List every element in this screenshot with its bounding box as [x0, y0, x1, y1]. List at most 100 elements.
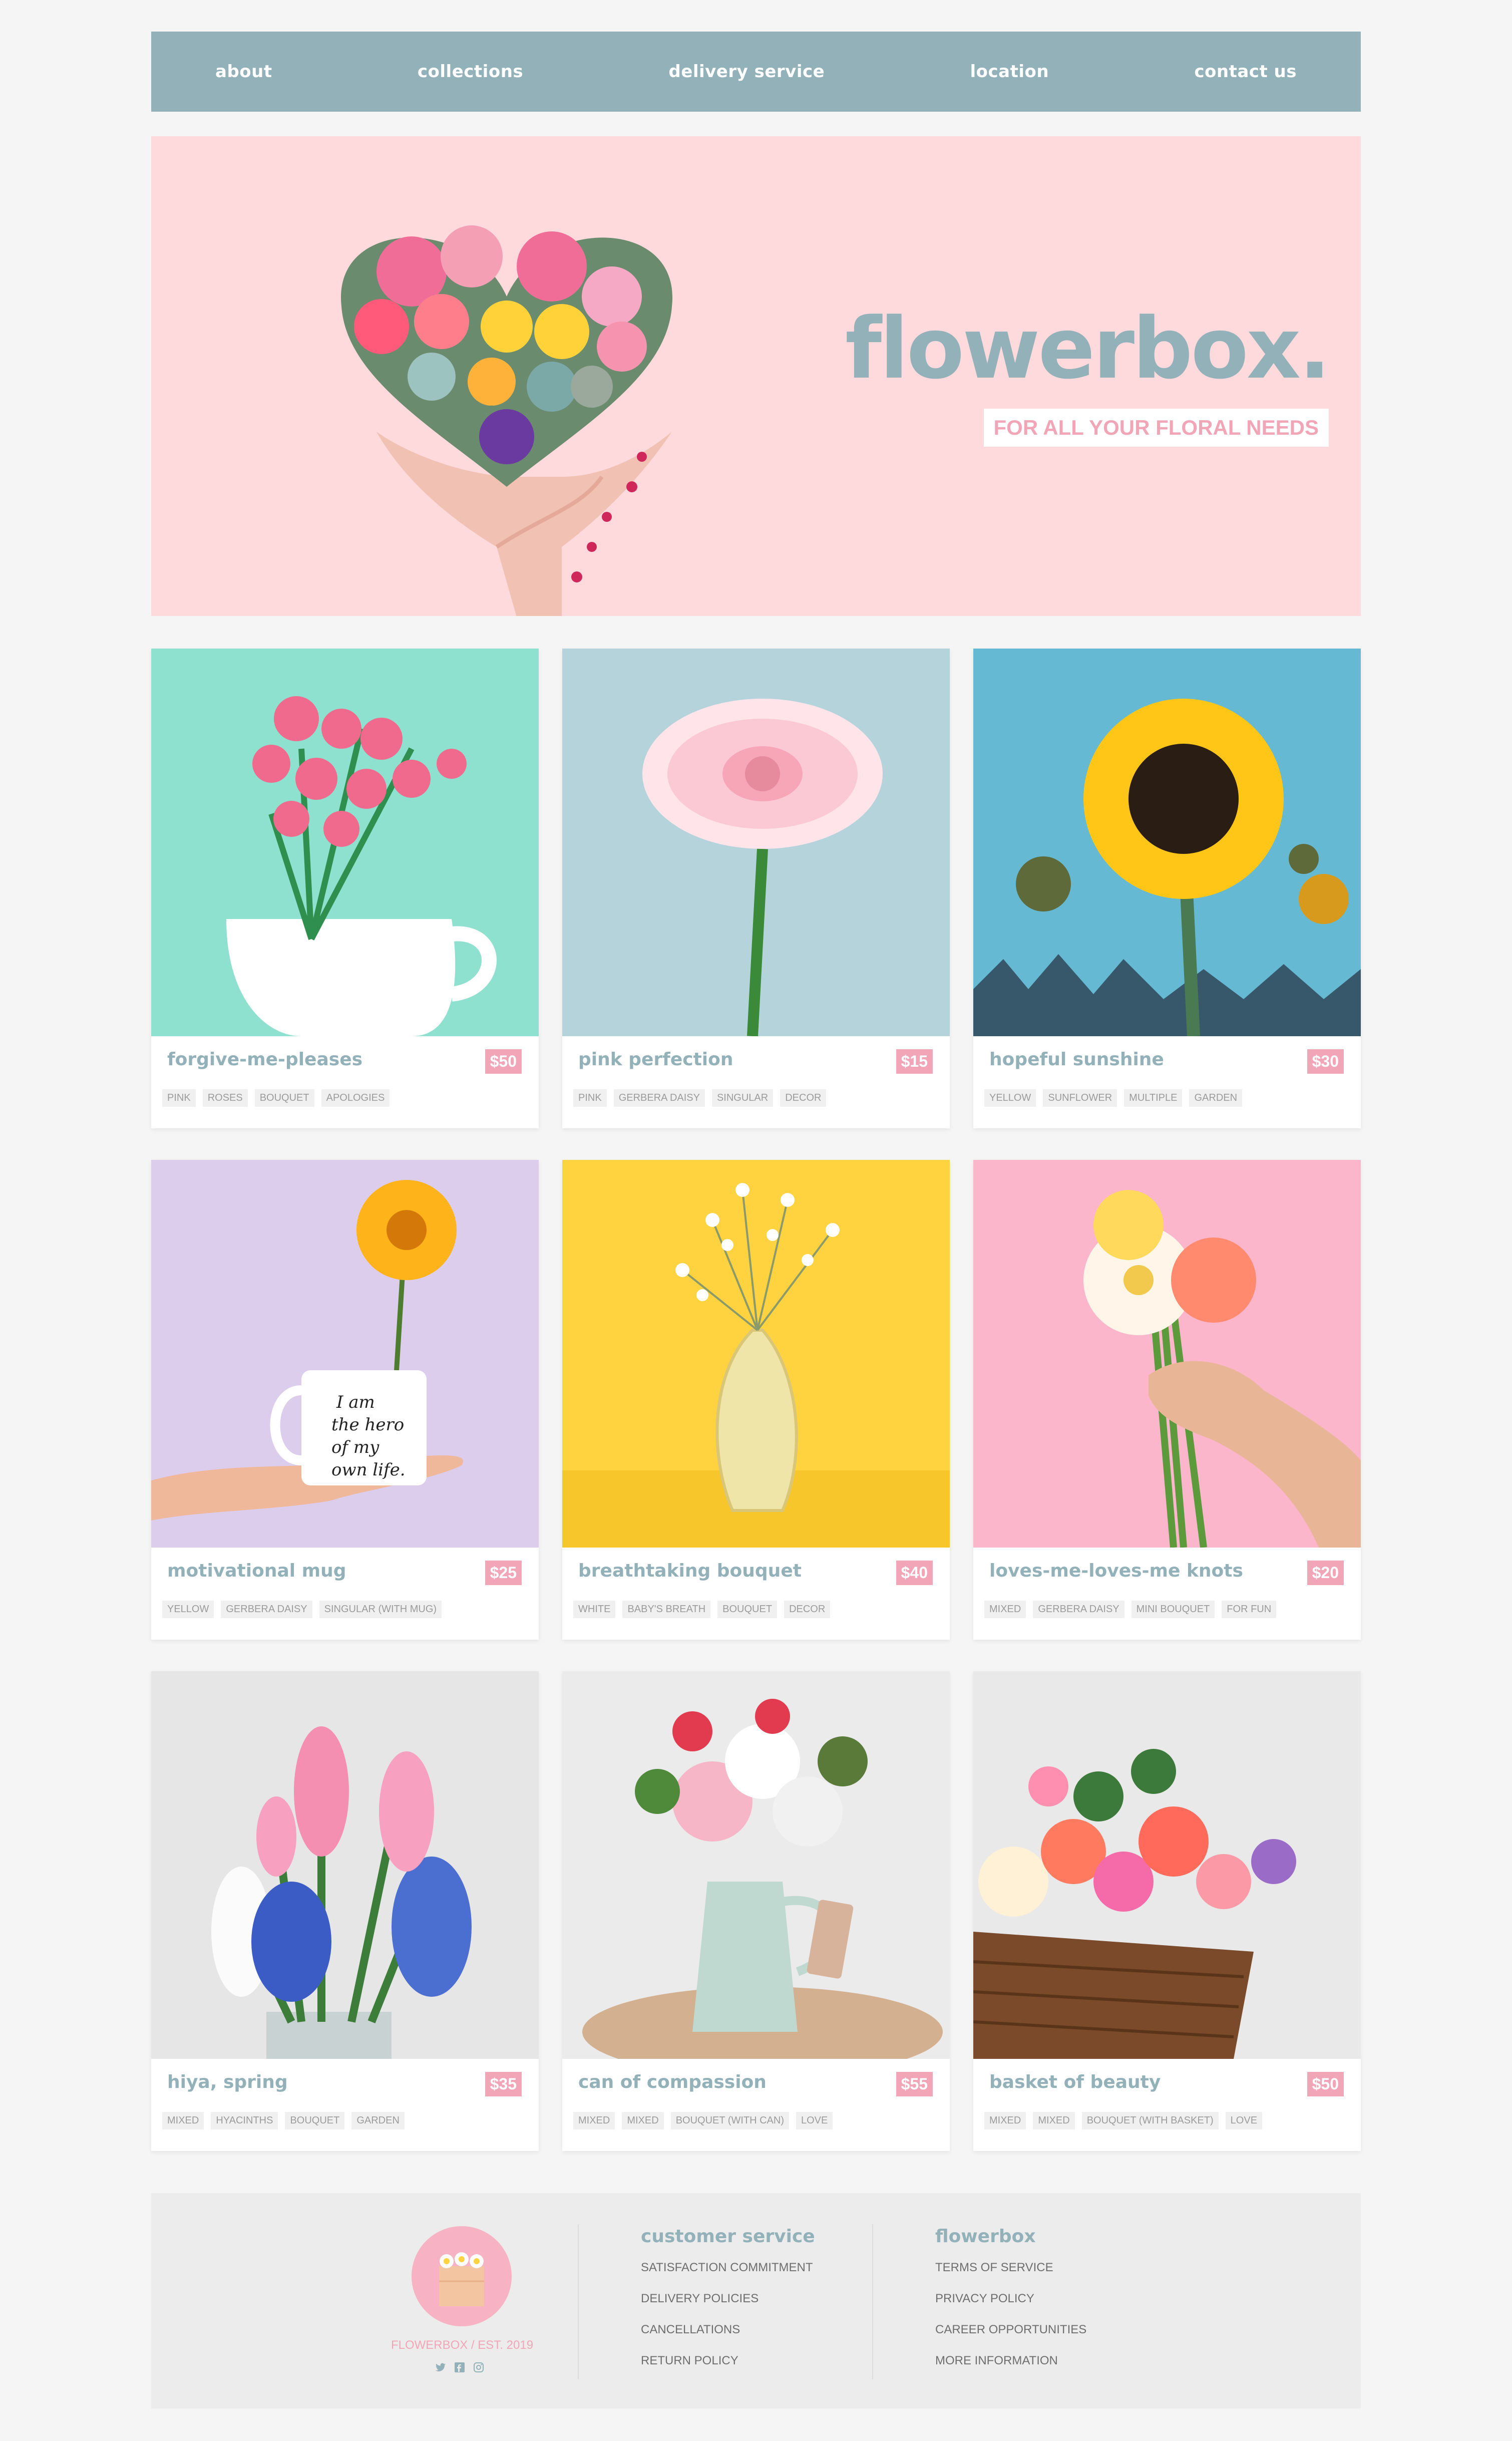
product-card[interactable]: loves-me-loves-me knots $20 MIXED GERBER… [973, 1160, 1361, 1640]
tag[interactable]: MIXED [984, 2112, 1026, 2129]
product-image [151, 649, 539, 1036]
facebook-icon[interactable] [454, 2361, 466, 2373]
product-image [562, 649, 950, 1036]
price-badge: $50 [1307, 2072, 1344, 2096]
mug-line-1: I am [336, 1392, 375, 1412]
product-card[interactable]: hiya, spring $35 MIXED HYACINTHS BOUQUET… [151, 1671, 539, 2151]
tag[interactable]: YELLOW [162, 1601, 214, 1618]
mug-line-3: of my [331, 1437, 380, 1457]
tag[interactable]: MIXED [1033, 2112, 1075, 2129]
logo-caption: FLOWERBOX / EST. 2019 [391, 2338, 534, 2352]
mug-line-4: own life. [331, 1460, 406, 1480]
nav-location[interactable]: location [970, 62, 1049, 82]
footer-heading: flowerbox [935, 2226, 1036, 2247]
price-badge: $35 [485, 2072, 522, 2096]
tag[interactable]: BOUQUET [717, 1601, 778, 1618]
product-card[interactable]: can of compassion $55 MIXED MIXED BOUQUE… [562, 1671, 950, 2151]
tag[interactable]: GERBERA DAISY [613, 1089, 705, 1107]
tag[interactable]: MIXED [622, 2112, 664, 2129]
nav-contact-us[interactable]: contact us [1194, 62, 1297, 82]
flowerbox-logo[interactable] [412, 2226, 512, 2326]
footer-heading: customer service [641, 2226, 815, 2247]
nav-about[interactable]: about [215, 62, 272, 82]
price-badge: $55 [896, 2072, 933, 2096]
product-name[interactable]: forgive-me-pleases [167, 1049, 362, 1070]
footer-link-delivery[interactable]: DELIVERY POLICIES [641, 2292, 815, 2306]
product-image: I am the hero of my own life. [151, 1160, 539, 1548]
tag[interactable]: MIXED [984, 1601, 1026, 1618]
tag[interactable]: SINGULAR (WITH MUG) [319, 1601, 442, 1618]
tag-list: YELLOW SUNFLOWER MULTIPLE GARDEN [984, 1089, 1243, 1107]
product-name[interactable]: basket of beauty [989, 2072, 1161, 2092]
tag-list: YELLOW GERBERA DAISY SINGULAR (WITH MUG) [162, 1601, 442, 1618]
tag[interactable]: SINGULAR [711, 1089, 774, 1107]
tag[interactable]: MULTIPLE [1124, 1089, 1183, 1107]
product-name[interactable]: hiya, spring [167, 2072, 288, 2092]
product-card[interactable]: I am the hero of my own life. motivation… [151, 1160, 539, 1640]
product-name[interactable]: can of compassion [578, 2072, 767, 2092]
footer-col-customer-service: customer service SATISFACTION COMMITMENT… [641, 2226, 815, 2385]
tag[interactable]: APOLOGIES [321, 1089, 390, 1107]
tag[interactable]: FOR FUN [1222, 1601, 1277, 1618]
brand-tagline: FOR ALL YOUR FLORAL NEEDS [983, 409, 1329, 447]
tag[interactable]: LOVE [1225, 2112, 1263, 2129]
footer: FLOWERBOX / EST. 2019 customer service S… [151, 2193, 1361, 2408]
product-card[interactable]: forgive-me-pleases $50 PINK ROSES BOUQUE… [151, 649, 539, 1128]
footer-link-terms[interactable]: TERMS OF SERVICE [935, 2261, 1086, 2275]
tag[interactable]: GARDEN [1189, 1089, 1243, 1107]
tag[interactable]: BOUQUET (WITH CAN) [670, 2112, 789, 2129]
tag[interactable]: SUNFLOWER [1043, 1089, 1117, 1107]
product-name[interactable]: motivational mug [167, 1561, 346, 1581]
tag[interactable]: GERBERA DAISY [221, 1601, 312, 1618]
footer-divider [578, 2224, 579, 2379]
tag-list: WHITE BABY'S BREATH BOUQUET DECOR [573, 1601, 831, 1618]
tag[interactable]: BOUQUET [285, 2112, 345, 2129]
footer-col-flowerbox: flowerbox TERMS OF SERVICE PRIVACY POLIC… [935, 2226, 1086, 2385]
instagram-icon[interactable] [473, 2361, 485, 2373]
price-badge: $40 [896, 1561, 933, 1585]
tag[interactable]: BABY'S BREATH [622, 1601, 711, 1618]
product-card[interactable]: breathtaking bouquet $40 WHITE BABY'S BR… [562, 1160, 950, 1640]
tag-list: PINK ROSES BOUQUET APOLOGIES [162, 1089, 390, 1107]
tag[interactable]: GERBERA DAISY [1033, 1601, 1124, 1618]
tag[interactable]: BOUQUET [254, 1089, 314, 1107]
footer-link-cancellations[interactable]: CANCELLATIONS [641, 2323, 815, 2337]
tag[interactable]: LOVE [796, 2112, 833, 2129]
tag[interactable]: PINK [162, 1089, 196, 1107]
tag-list: MIXED MIXED BOUQUET (WITH CAN) LOVE [573, 2112, 833, 2129]
tag[interactable]: YELLOW [984, 1089, 1036, 1107]
footer-link-privacy[interactable]: PRIVACY POLICY [935, 2292, 1086, 2306]
tag-list: MIXED HYACINTHS BOUQUET GARDEN [162, 2112, 405, 2129]
tag[interactable]: MINI BOUQUET [1131, 1601, 1215, 1618]
nav-collections[interactable]: collections [418, 62, 523, 82]
footer-link-return[interactable]: RETURN POLICY [641, 2354, 815, 2368]
tag[interactable]: MIXED [573, 2112, 615, 2129]
twitter-icon[interactable] [435, 2361, 447, 2373]
product-name[interactable]: breathtaking bouquet [578, 1561, 802, 1581]
product-name[interactable]: loves-me-loves-me knots [989, 1561, 1243, 1581]
price-badge: $50 [485, 1049, 522, 1074]
tag[interactable]: DECOR [780, 1089, 827, 1107]
tag[interactable]: DECOR [784, 1601, 831, 1618]
footer-link-satisfaction[interactable]: SATISFACTION COMMITMENT [641, 2261, 815, 2275]
tag[interactable]: WHITE [573, 1601, 616, 1618]
tag[interactable]: PINK [573, 1089, 607, 1107]
product-card[interactable]: pink perfection $15 PINK GERBERA DAISY S… [562, 649, 950, 1128]
tag[interactable]: ROSES [202, 1089, 248, 1107]
product-image [562, 1160, 950, 1548]
heart-bouquet-image [340, 225, 673, 616]
product-name[interactable]: hopeful sunshine [989, 1049, 1164, 1070]
tag[interactable]: BOUQUET (WITH BASKET) [1081, 2112, 1219, 2129]
nav-delivery-service[interactable]: delivery service [668, 62, 825, 82]
product-name[interactable]: pink perfection [578, 1049, 733, 1070]
top-nav: about collections delivery service locat… [151, 32, 1361, 112]
product-card[interactable]: hopeful sunshine $30 YELLOW SUNFLOWER MU… [973, 649, 1361, 1128]
price-badge: $20 [1307, 1561, 1344, 1585]
footer-link-careers[interactable]: CAREER OPPORTUNITIES [935, 2323, 1086, 2337]
tag[interactable]: MIXED [162, 2112, 204, 2129]
tag-list: MIXED MIXED BOUQUET (WITH BASKET) LOVE [984, 2112, 1263, 2129]
tag[interactable]: HYACINTHS [211, 2112, 278, 2129]
product-card[interactable]: basket of beauty $50 MIXED MIXED BOUQUET… [973, 1671, 1361, 2151]
tag[interactable]: GARDEN [351, 2112, 405, 2129]
footer-link-more-info[interactable]: MORE INFORMATION [935, 2354, 1086, 2368]
